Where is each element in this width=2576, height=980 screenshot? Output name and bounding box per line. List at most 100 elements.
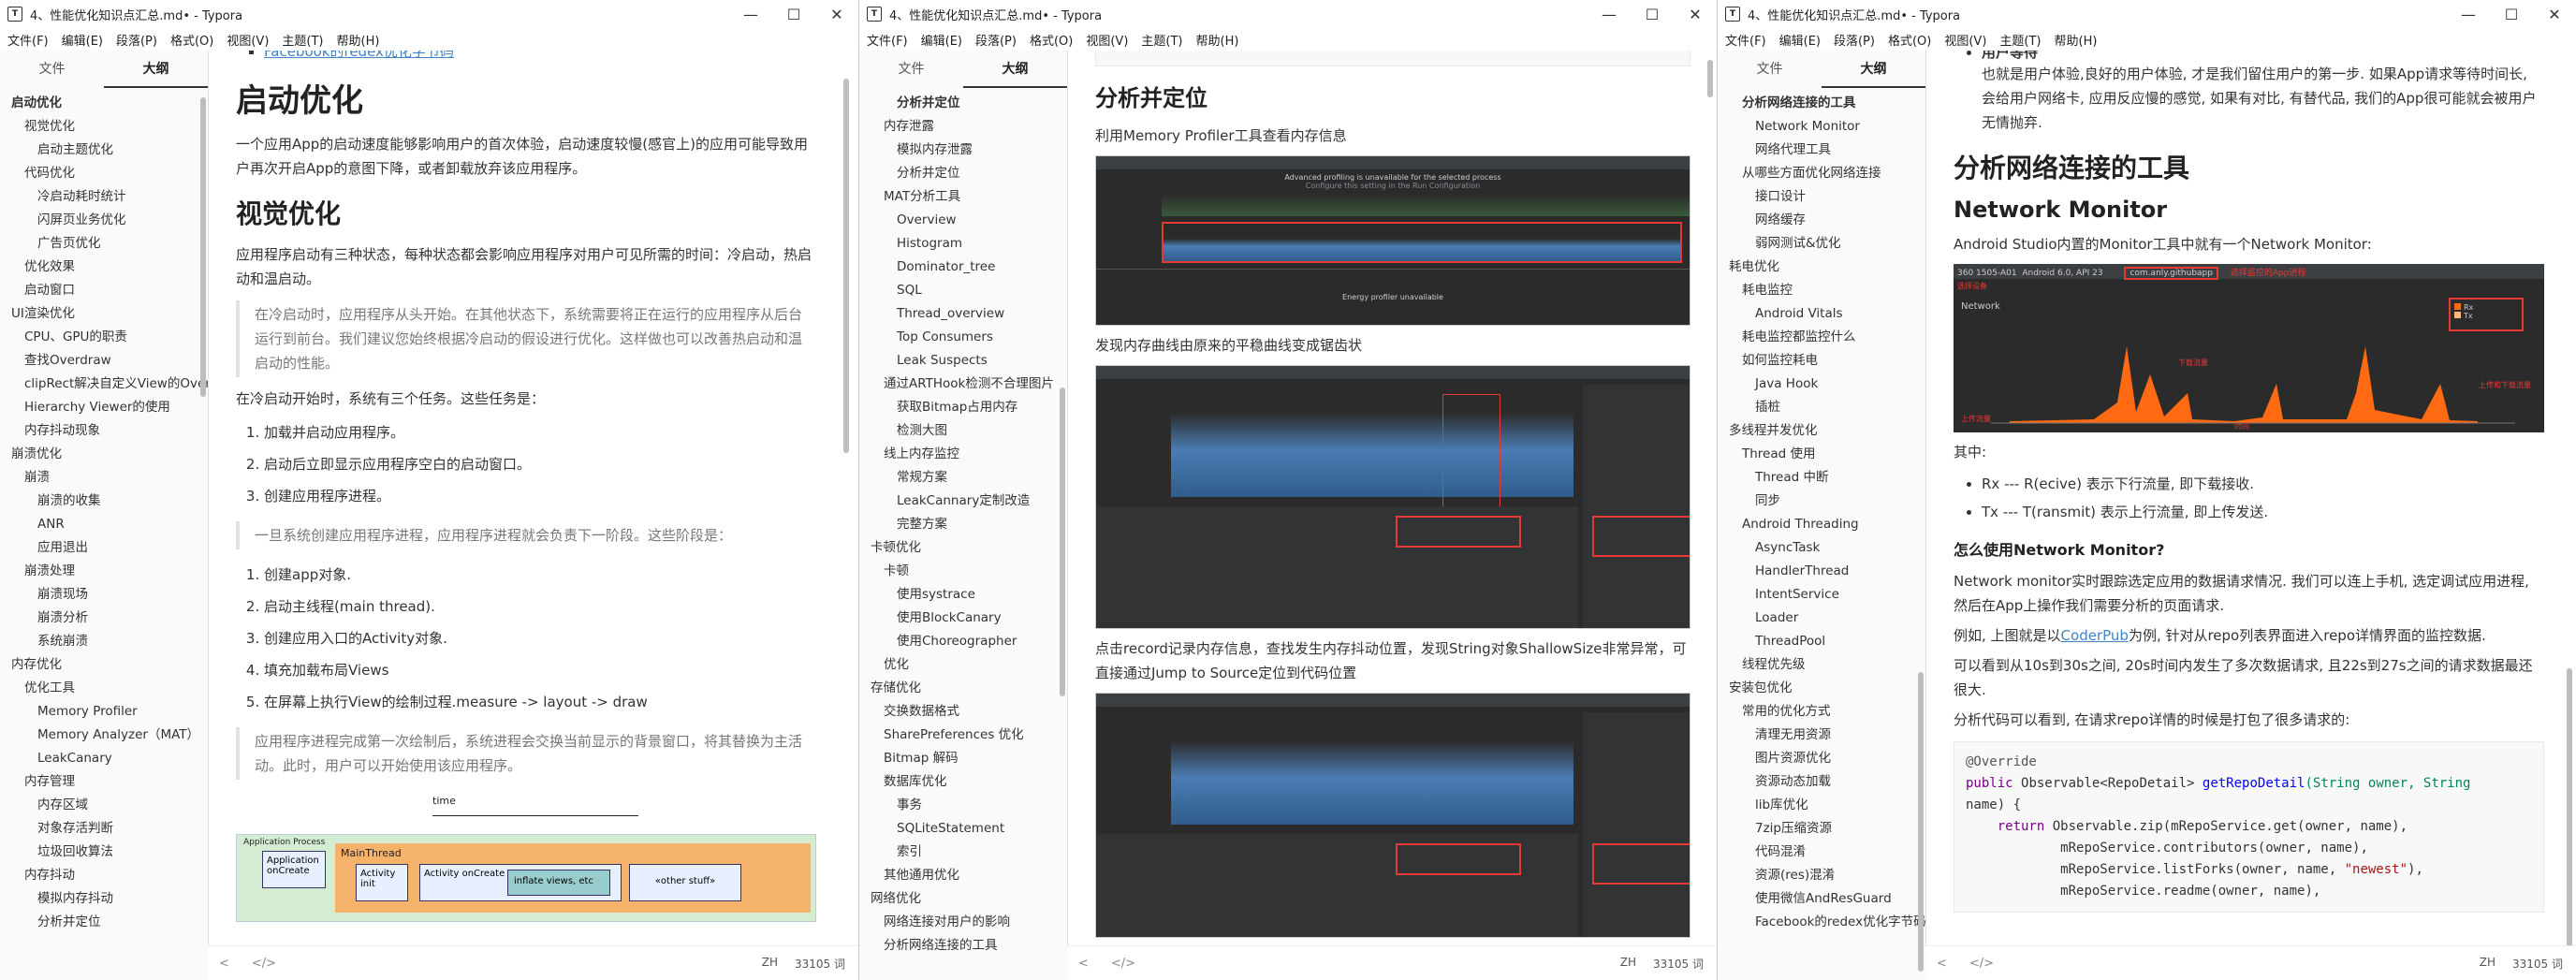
tab-outline[interactable]: 大纲	[104, 51, 208, 88]
outline-item[interactable]: CPU、GPU的职责	[0, 326, 208, 349]
editor-scrollbar[interactable]	[843, 79, 849, 453]
outline-item[interactable]: LeakCanary	[0, 747, 208, 770]
outline-item[interactable]: 分析并定位	[859, 92, 1067, 115]
outline-item[interactable]: Leak Suspects	[859, 349, 1067, 373]
outline-item[interactable]: 网络连接对用户的影响	[859, 911, 1067, 934]
outline-item[interactable]: 事务	[859, 794, 1067, 817]
outline-item[interactable]: 网络优化	[859, 887, 1067, 911]
outline-item[interactable]: 广告页优化	[0, 232, 208, 256]
source-code-icon[interactable]: </>	[1111, 957, 1135, 971]
outline-item[interactable]: UI渲染优化	[0, 302, 208, 326]
outline-item[interactable]: 耗电监控	[1718, 279, 1925, 302]
outline-item[interactable]: 常用的优化方式	[1718, 700, 1925, 724]
outline-item[interactable]: LeakCannary定制改造	[859, 490, 1067, 513]
outline-item[interactable]: 模拟内存抖动	[0, 887, 208, 911]
tab-outline[interactable]: 大纲	[963, 51, 1067, 88]
outline-item[interactable]: Java Hook	[1718, 373, 1925, 396]
outline-item[interactable]: 交换数据格式	[859, 700, 1067, 724]
outline-item[interactable]: SharePreferences 优化	[859, 724, 1067, 747]
sidebar-scrollbar[interactable]	[1918, 672, 1924, 972]
menu-view[interactable]: 视图(V)	[1086, 31, 1128, 49]
outline-item[interactable]: 代码混淆	[1718, 841, 1925, 864]
outline-item[interactable]: 使用Choreographer	[859, 630, 1067, 653]
minimize-icon[interactable]: —	[729, 0, 772, 28]
outline-item[interactable]: MAT分析工具	[859, 185, 1067, 209]
outline-item[interactable]: 数据库优化	[859, 770, 1067, 794]
outline-item[interactable]: 安装包优化	[1718, 677, 1925, 700]
outline-item[interactable]: Top Consumers	[859, 326, 1067, 349]
outline-item[interactable]: 对象存活判断	[0, 817, 208, 841]
outline-item[interactable]: 从哪些方面优化网络连接	[1718, 162, 1925, 185]
outline-item[interactable]: 崩溃分析	[0, 607, 208, 630]
outline-item[interactable]: 分析网络连接的工具	[1718, 92, 1925, 115]
menu-edit[interactable]: 编辑(E)	[1779, 31, 1821, 49]
outline-item[interactable]: 启动窗口	[0, 279, 208, 302]
outline-item[interactable]: Thread_overview	[859, 302, 1067, 326]
menu-file[interactable]: 文件(F)	[867, 31, 908, 49]
outline-item[interactable]: Android Threading	[1718, 513, 1925, 536]
input-lang[interactable]: ZH	[762, 956, 778, 972]
outline-item[interactable]: 闪屏页业务优化	[0, 209, 208, 232]
outline-item[interactable]: 内存泄露	[859, 115, 1067, 139]
outline-item[interactable]: ThreadPool	[1718, 630, 1925, 653]
outline-item[interactable]: Bitmap 解码	[859, 747, 1067, 770]
outline-item[interactable]: 卡顿优化	[859, 536, 1067, 560]
outline-item[interactable]: Memory Profiler	[0, 700, 208, 724]
menu-view[interactable]: 视图(V)	[227, 31, 269, 49]
menu-paragraph[interactable]: 段落(P)	[1834, 31, 1875, 49]
maximize-icon[interactable]: ☐	[772, 0, 815, 28]
outline-item[interactable]: 应用退出	[0, 536, 208, 560]
back-icon[interactable]: <	[1937, 957, 1947, 971]
outline-item[interactable]: 弱网测试&优化	[1718, 232, 1925, 256]
outline-item[interactable]: 图片资源优化	[1718, 747, 1925, 770]
code-block[interactable]: @Override public Observable<RepoDetail> …	[1954, 741, 2544, 913]
outline-item[interactable]: 内存抖动现象	[0, 419, 208, 443]
menu-help[interactable]: 帮助(H)	[1196, 31, 1239, 49]
outline-item[interactable]: 网络代理工具	[1718, 139, 1925, 162]
close-icon[interactable]: ✕	[815, 0, 858, 28]
menu-format[interactable]: 格式(O)	[1888, 31, 1931, 49]
outline-item[interactable]: HandlerThread	[1718, 560, 1925, 583]
outline-item[interactable]: Thread 中断	[1718, 466, 1925, 490]
outline-item[interactable]: 线程优先级	[1718, 653, 1925, 677]
maximize-icon[interactable]: ☐	[1631, 0, 1674, 28]
menu-help[interactable]: 帮助(H)	[337, 31, 380, 49]
outline-item[interactable]: 同步	[1718, 490, 1925, 513]
outline-item[interactable]: Dominator_tree	[859, 256, 1067, 279]
outline-item[interactable]: 内存区域	[0, 794, 208, 817]
menu-theme[interactable]: 主题(T)	[1999, 31, 2041, 49]
menu-help[interactable]: 帮助(H)	[2055, 31, 2098, 49]
outline-item[interactable]: 优化工具	[0, 677, 208, 700]
outline-item[interactable]: ANR	[0, 513, 208, 536]
maximize-icon[interactable]: ☐	[2490, 0, 2533, 28]
outline-item[interactable]: 接口设计	[1718, 185, 1925, 209]
outline-item[interactable]: Hierarchy Viewer的使用	[0, 396, 208, 419]
sidebar-scrollbar[interactable]	[1060, 388, 1065, 696]
outline-item[interactable]: 代码优化	[0, 162, 208, 185]
menu-file[interactable]: 文件(F)	[1725, 31, 1766, 49]
outline-item[interactable]: 崩溃的收集	[0, 490, 208, 513]
outline-item[interactable]: 插桩	[1718, 396, 1925, 419]
outline-item[interactable]: Histogram	[859, 232, 1067, 256]
menu-file[interactable]: 文件(F)	[7, 31, 49, 49]
outline-item[interactable]: Facebook的redex优化字节码	[1718, 911, 1925, 934]
back-icon[interactable]: <	[219, 957, 229, 971]
outline-item[interactable]: Network Monitor	[1718, 115, 1925, 139]
outline-item[interactable]: 优化效果	[0, 256, 208, 279]
outline-item[interactable]: 内存抖动	[0, 864, 208, 887]
outline-item[interactable]: lib库优化	[1718, 794, 1925, 817]
outline-item[interactable]: 网络缓存	[1718, 209, 1925, 232]
outline-item[interactable]: 索引	[859, 841, 1067, 864]
outline-item[interactable]: 崩溃	[0, 466, 208, 490]
outline-item[interactable]: 线上内存监控	[859, 443, 1067, 466]
input-lang[interactable]: ZH	[1620, 956, 1636, 972]
outline-item[interactable]: Overview	[859, 209, 1067, 232]
outline-item[interactable]: 分析并定位	[0, 911, 208, 934]
close-icon[interactable]: ✕	[2533, 0, 2576, 28]
minimize-icon[interactable]: —	[2447, 0, 2490, 28]
outline-item[interactable]: 7zip压缩资源	[1718, 817, 1925, 841]
menu-theme[interactable]: 主题(T)	[1141, 31, 1182, 49]
outline-item[interactable]: 崩溃现场	[0, 583, 208, 607]
outline-item[interactable]: Android Vitals	[1718, 302, 1925, 326]
tab-outline[interactable]: 大纲	[1822, 51, 1925, 88]
